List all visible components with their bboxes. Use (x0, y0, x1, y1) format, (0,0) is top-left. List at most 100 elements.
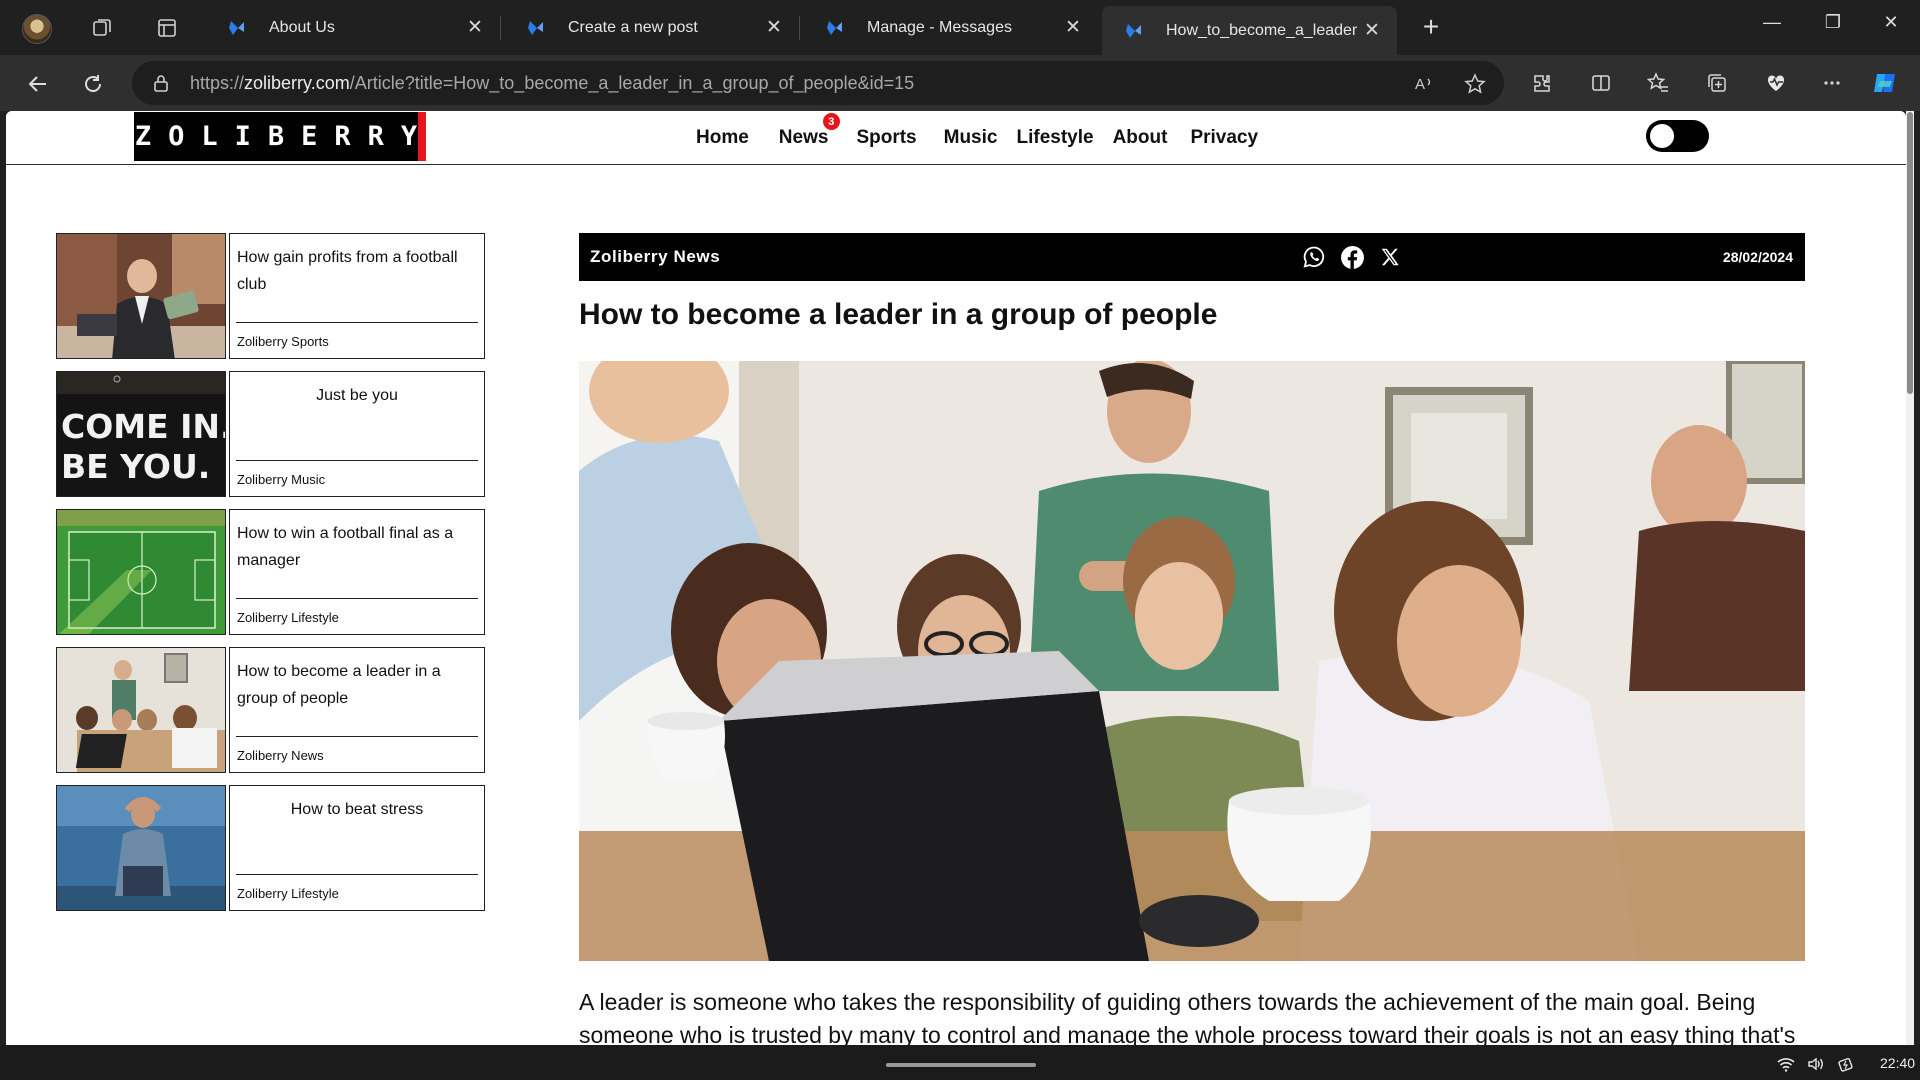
nav-home[interactable]: Home (696, 127, 749, 149)
notification-badge: 3 (822, 113, 840, 130)
window-close-button[interactable]: ✕ (1876, 12, 1906, 33)
site-favicon-icon (1126, 23, 1141, 38)
card-category: Zoliberry Sports (237, 334, 329, 349)
tab-close-button[interactable]: ✕ (1058, 16, 1088, 39)
address-bar[interactable]: https://zoliberry.com/Article?title=How_… (132, 61, 1504, 105)
card-category: Zoliberry Music (237, 472, 326, 487)
extensions-icon[interactable] (1528, 69, 1556, 97)
site-favicon-icon (827, 20, 842, 35)
card-category: Zoliberry Lifestyle (237, 610, 339, 625)
split-screen-icon[interactable] (1587, 69, 1615, 97)
tab-label: Create a new post (568, 18, 698, 36)
scrollbar-thumb[interactable] (1907, 112, 1913, 394)
article-date: 28/02/2024 (1722, 249, 1793, 265)
page-viewport: ZOLIBERRY Home News 3 Sports Music Lifest… (6, 111, 1906, 1045)
thumb-sign-text: COME IN. (61, 407, 226, 446)
sidebar-card[interactable]: How to beat stress Zoliberry Lifestyle (56, 785, 485, 911)
card-divider (236, 322, 478, 323)
profile-avatar[interactable] (22, 14, 52, 44)
minimize-button[interactable]: — (1757, 12, 1787, 33)
nav-sports[interactable]: Sports (856, 127, 916, 149)
tab-about-us[interactable]: About Us ✕ (205, 6, 501, 49)
nav-privacy[interactable]: Privacy (1190, 127, 1258, 149)
lock-icon[interactable] (150, 72, 172, 94)
refresh-icon (85, 75, 101, 92)
card-divider (236, 598, 478, 599)
read-aloud-icon[interactable]: A (1411, 71, 1437, 97)
tab-close-button[interactable]: ✕ (460, 16, 490, 39)
site-favicon-icon (229, 20, 244, 35)
card-info: How to become a leader in a group of peo… (229, 647, 485, 773)
tab-article-active[interactable]: How_to_become_a_leader_i ✕ (1102, 6, 1397, 55)
nav-about[interactable]: About (1113, 127, 1168, 149)
nav-lifestyle[interactable]: Lifestyle (1016, 127, 1093, 149)
vertical-tabs-icon[interactable] (154, 15, 180, 41)
wifi-icon[interactable] (1776, 1054, 1796, 1074)
article-body: A leader is someone who takes the respon… (579, 989, 1796, 1045)
sidebar-card[interactable]: How gain profits from a football club Zo… (56, 233, 485, 359)
url-text[interactable]: https://zoliberry.com/Article?title=How_… (190, 73, 914, 94)
card-info: How to win a football final as a manager… (229, 509, 485, 635)
x-share-icon[interactable] (1377, 244, 1403, 270)
businessman-with-cash-thumbnail[interactable] (56, 233, 226, 359)
tab-label: About Us (269, 18, 335, 36)
collections-icon[interactable] (1703, 69, 1731, 97)
browser-essentials-icon[interactable] (1762, 69, 1790, 97)
taskbar-handle[interactable] (886, 1063, 1036, 1067)
sidebar-card[interactable]: How to win a football final as a manager… (56, 509, 485, 635)
card-title[interactable]: How to become a leader in a group of peo… (237, 658, 477, 712)
nav-news[interactable]: News 3 (779, 113, 840, 149)
card-title[interactable]: How to win a football final as a manager (237, 520, 477, 574)
site-favicon-icon (528, 20, 543, 35)
card-category: Zoliberry News (237, 748, 324, 763)
sidebar-card[interactable]: How to become a leader in a group of peo… (56, 647, 485, 773)
address-bar-row: https://zoliberry.com/Article?title=How_… (0, 55, 1920, 111)
toggle-knob (1650, 124, 1674, 148)
thumb-sign-text: BE YOU. (61, 447, 210, 486)
tab-close-button[interactable]: ✕ (1357, 19, 1387, 42)
card-title[interactable]: How gain profits from a football club (237, 244, 477, 298)
card-title[interactable]: How to beat stress (237, 796, 477, 823)
card-info: Just be you Zoliberry Music (229, 371, 485, 497)
site-logo[interactable]: ZOLIBERRY (134, 112, 426, 161)
card-title[interactable]: Just be you (237, 382, 477, 409)
article-source: Zoliberry News (590, 247, 721, 266)
tab-close-button[interactable]: ✕ (759, 16, 789, 39)
card-info: How to beat stress Zoliberry Lifestyle (229, 785, 485, 911)
whatsapp-share-icon[interactable] (1301, 244, 1327, 270)
card-info: How gain profits from a football club Zo… (229, 233, 485, 359)
refresh-button[interactable] (78, 69, 108, 99)
nav-music[interactable]: Music (944, 127, 998, 149)
card-divider (236, 874, 478, 875)
article-title: How to become a leader in a group of peo… (579, 298, 1218, 331)
tab-create-post[interactable]: Create a new post ✕ (504, 6, 800, 49)
sidebar-card[interactable]: COME IN. BE YOU. Just be you Zoliberry M… (56, 371, 485, 497)
battery-icon[interactable] (1836, 1054, 1856, 1074)
volume-icon[interactable] (1806, 1054, 1826, 1074)
favorite-star-icon[interactable] (1462, 71, 1488, 97)
taskbar: 22:40 (0, 1045, 1920, 1080)
facebook-share-icon[interactable] (1339, 244, 1365, 270)
come-in-be-you-thumbnail[interactable]: COME IN. BE YOU. (56, 371, 226, 497)
card-category: Zoliberry Lifestyle (237, 886, 339, 901)
tab-label: Manage - Messages (867, 18, 1012, 36)
article-meta-bar: Zoliberry News 28/02/2024 (579, 233, 1805, 281)
card-divider (236, 460, 478, 461)
taskbar-clock[interactable]: 22:40 (1880, 1055, 1915, 1071)
article-hero-image (579, 361, 1805, 961)
dark-mode-toggle[interactable] (1646, 120, 1709, 152)
back-button[interactable] (23, 69, 53, 99)
new-tab-button[interactable]: + (1416, 12, 1446, 42)
site-header: ZOLIBERRY Home News 3 Sports Music Lifest… (6, 111, 1906, 165)
football-pitch-thumbnail[interactable] (56, 509, 226, 635)
copilot-icon[interactable] (1871, 69, 1899, 97)
more-options-icon[interactable] (1818, 69, 1846, 97)
tab-manage-messages[interactable]: Manage - Messages ✕ (803, 6, 1098, 49)
back-arrow-icon (28, 76, 46, 92)
workspaces-icon[interactable] (89, 15, 115, 41)
group-at-laptop-thumbnail[interactable] (56, 647, 226, 773)
favorites-icon[interactable] (1644, 69, 1672, 97)
stressed-man-thumbnail[interactable] (56, 785, 226, 911)
svg-text:A: A (1415, 76, 1425, 93)
restore-button[interactable]: ❐ (1818, 12, 1848, 33)
